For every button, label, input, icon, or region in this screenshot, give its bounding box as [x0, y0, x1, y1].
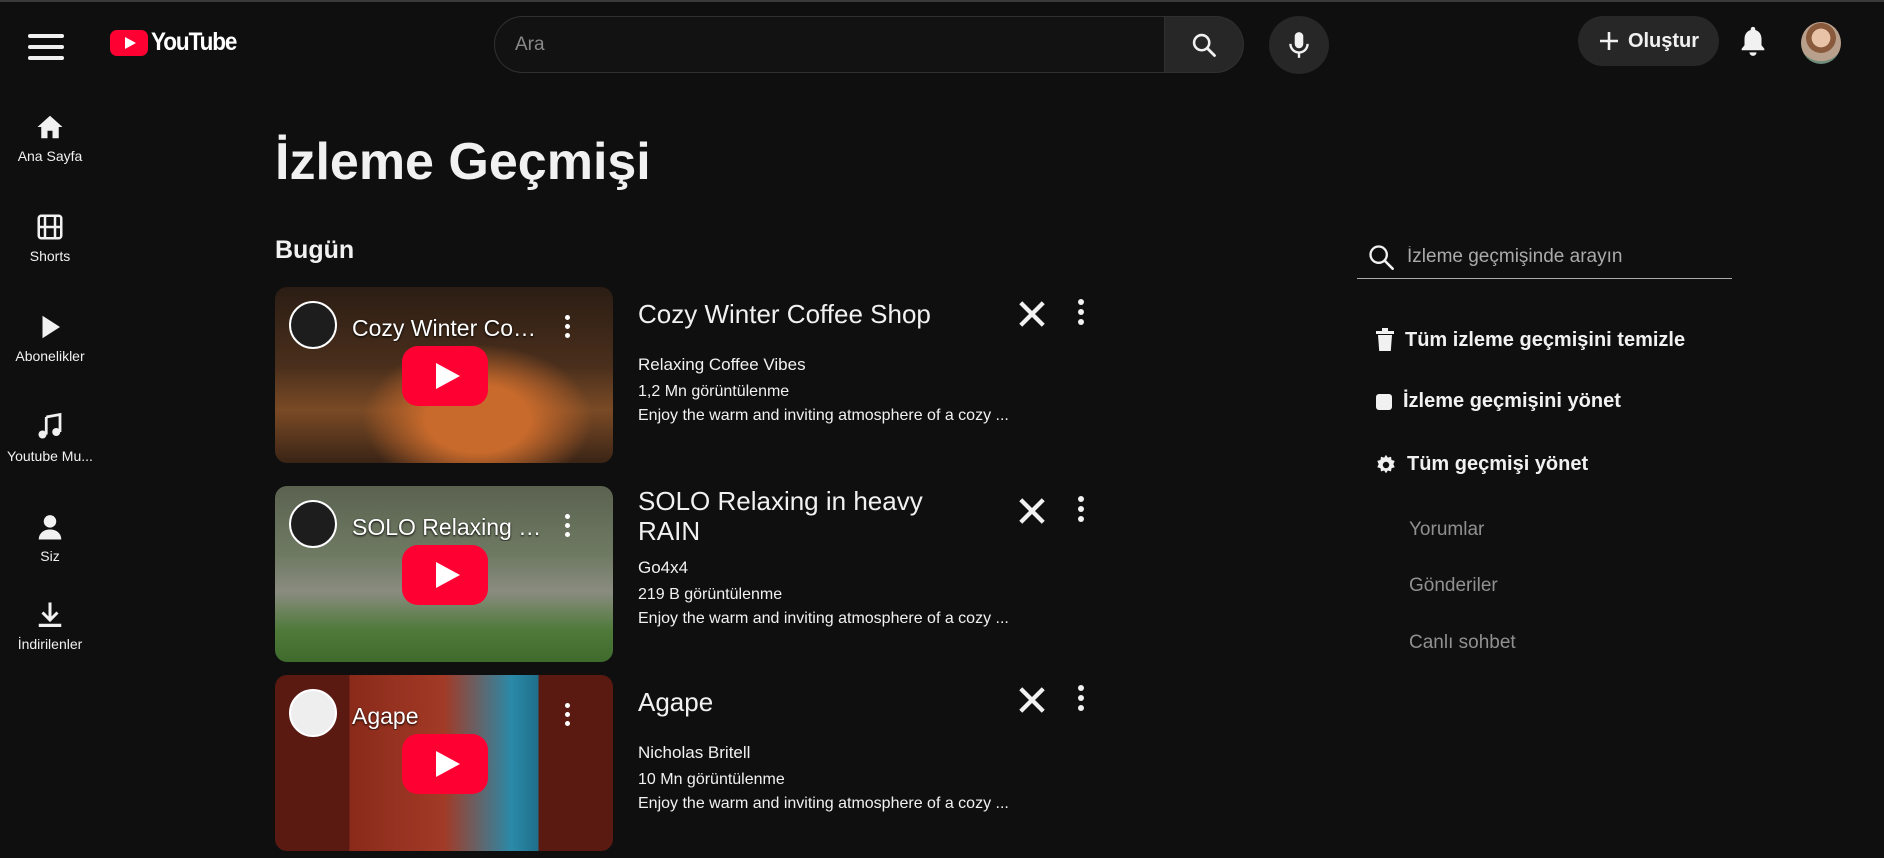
comments-link[interactable]: Yorumlar [1409, 519, 1484, 541]
channel-name[interactable]: Nicholas Britell [638, 743, 750, 763]
youtube-logo[interactable]: YouTube [110, 28, 246, 57]
video-item: SOLO Relaxing in... SOLO Relaxing in hea… [275, 486, 1135, 662]
video-title[interactable]: Cozy Winter Coffee Shop [638, 299, 938, 329]
sidebar-item-label: Ana Sayfa [17, 148, 83, 164]
video-item: Cozy Winter Coff... Cozy Winter Coffee S… [275, 287, 1135, 463]
sidebar-item-home[interactable]: Ana Sayfa [0, 112, 100, 164]
video-description: Enjoy the warm and inviting atmosphere o… [638, 795, 1009, 812]
subscriptions-icon [42, 315, 60, 339]
manage-all-history-button[interactable]: Tüm geçmişi yönet [1375, 453, 1588, 476]
thumbnail-title: SOLO Relaxing in... [352, 514, 542, 540]
more-actions-icon[interactable] [1074, 299, 1088, 329]
video-description: Enjoy the warm and inviting atmosphere o… [638, 610, 1009, 627]
search-input[interactable] [494, 16, 1165, 73]
download-icon [38, 602, 62, 627]
stop-icon [1376, 393, 1392, 410]
bell-icon[interactable] [1736, 24, 1770, 58]
mic-icon [1289, 32, 1309, 58]
posts-link[interactable]: Gönderiler [1409, 575, 1498, 597]
sidebar-item-label: Abonelikler [15, 348, 85, 364]
more-icon[interactable] [561, 703, 573, 729]
video-thumbnail[interactable]: SOLO Relaxing in... [275, 486, 613, 662]
remove-icon[interactable] [1017, 685, 1047, 715]
create-button[interactable]: Oluştur [1578, 16, 1719, 66]
sidebar-item-you[interactable]: Siz [0, 512, 100, 564]
history-search [1357, 234, 1732, 279]
search-icon [1369, 245, 1394, 270]
avatar[interactable] [1801, 22, 1841, 64]
action-label: Tüm geçmişi yönet [1407, 453, 1589, 475]
music-icon [38, 412, 62, 439]
search-button[interactable] [1165, 16, 1244, 73]
play-icon[interactable] [402, 545, 488, 605]
view-count: 219 B görüntülenme [638, 586, 783, 603]
shorts-icon [37, 214, 63, 240]
video-item: Agape Agape Nicholas Britell 10 Mn görün… [275, 675, 1135, 851]
sidebar-item-label: Shorts [29, 248, 71, 264]
play-icon[interactable] [402, 346, 488, 406]
top-bar: YouTube Oluştur [0, 2, 1884, 90]
youtube-logo-text: YouTube [151, 28, 237, 56]
video-description: Enjoy the warm and inviting atmosphere o… [638, 407, 1009, 424]
view-count: 10 Mn görüntülenme [638, 771, 785, 788]
remove-icon[interactable] [1017, 496, 1047, 526]
more-actions-icon[interactable] [1074, 685, 1088, 715]
search-icon [1192, 33, 1216, 57]
channel-avatar [289, 301, 337, 349]
action-label: İzleme geçmişini yönet [1403, 390, 1621, 412]
trash-icon [1376, 328, 1394, 351]
manage-history-button[interactable]: İzleme geçmişini yönet [1375, 390, 1621, 413]
action-label: Tüm izleme geçmişini temizle [1405, 328, 1686, 351]
channel-name[interactable]: Relaxing Coffee Vibes [638, 355, 806, 375]
search-bar [494, 16, 1244, 73]
user-icon [38, 515, 62, 540]
live-chat-link[interactable]: Canlı sohbet [1409, 632, 1516, 654]
video-title[interactable]: Agape [638, 687, 938, 717]
more-icon[interactable] [561, 315, 573, 341]
sidebar-item-label: İndirilenler [17, 636, 83, 652]
sidebar-item-subscriptions[interactable]: Abonelikler [0, 312, 100, 364]
sidebar-item-label: Siz [40, 548, 60, 564]
page-title: İzleme Geçmişi [275, 133, 651, 191]
section-title: Bugün [275, 236, 355, 264]
more-icon[interactable] [561, 514, 573, 540]
home-icon [37, 115, 63, 139]
sidebar-item-label: Youtube Mu... [7, 448, 93, 464]
play-icon[interactable] [402, 734, 488, 794]
youtube-logo-icon [110, 29, 148, 56]
video-thumbnail[interactable]: Cozy Winter Coff... [275, 287, 613, 463]
voice-search-button[interactable] [1269, 16, 1329, 74]
video-title[interactable]: SOLO Relaxing in heavy RAIN [638, 486, 938, 546]
video-thumbnail[interactable]: Agape [275, 675, 613, 851]
history-search-input[interactable] [1407, 242, 1727, 272]
more-actions-icon[interactable] [1074, 496, 1088, 526]
sidebar-item-shorts[interactable]: Shorts [0, 212, 100, 264]
create-button-label: Oluştur [1627, 29, 1700, 52]
gear-icon [1377, 454, 1395, 473]
channel-avatar [289, 689, 337, 737]
sidebar-item-youtube-music[interactable]: Youtube Mu... [0, 412, 100, 464]
channel-name[interactable]: Go4x4 [638, 558, 688, 578]
menu-icon[interactable] [28, 34, 64, 64]
remove-icon[interactable] [1017, 299, 1047, 329]
sidebar-item-downloads[interactable]: İndirilenler [0, 600, 100, 652]
channel-avatar [289, 500, 337, 548]
view-count: 1,2 Mn görüntülenme [638, 383, 790, 400]
thumbnail-title: Agape [352, 703, 419, 729]
plus-icon [1599, 32, 1618, 50]
thumbnail-title: Cozy Winter Coff... [352, 315, 542, 341]
clear-history-button[interactable]: Tüm izleme geçmişini temizle [1375, 328, 1685, 352]
